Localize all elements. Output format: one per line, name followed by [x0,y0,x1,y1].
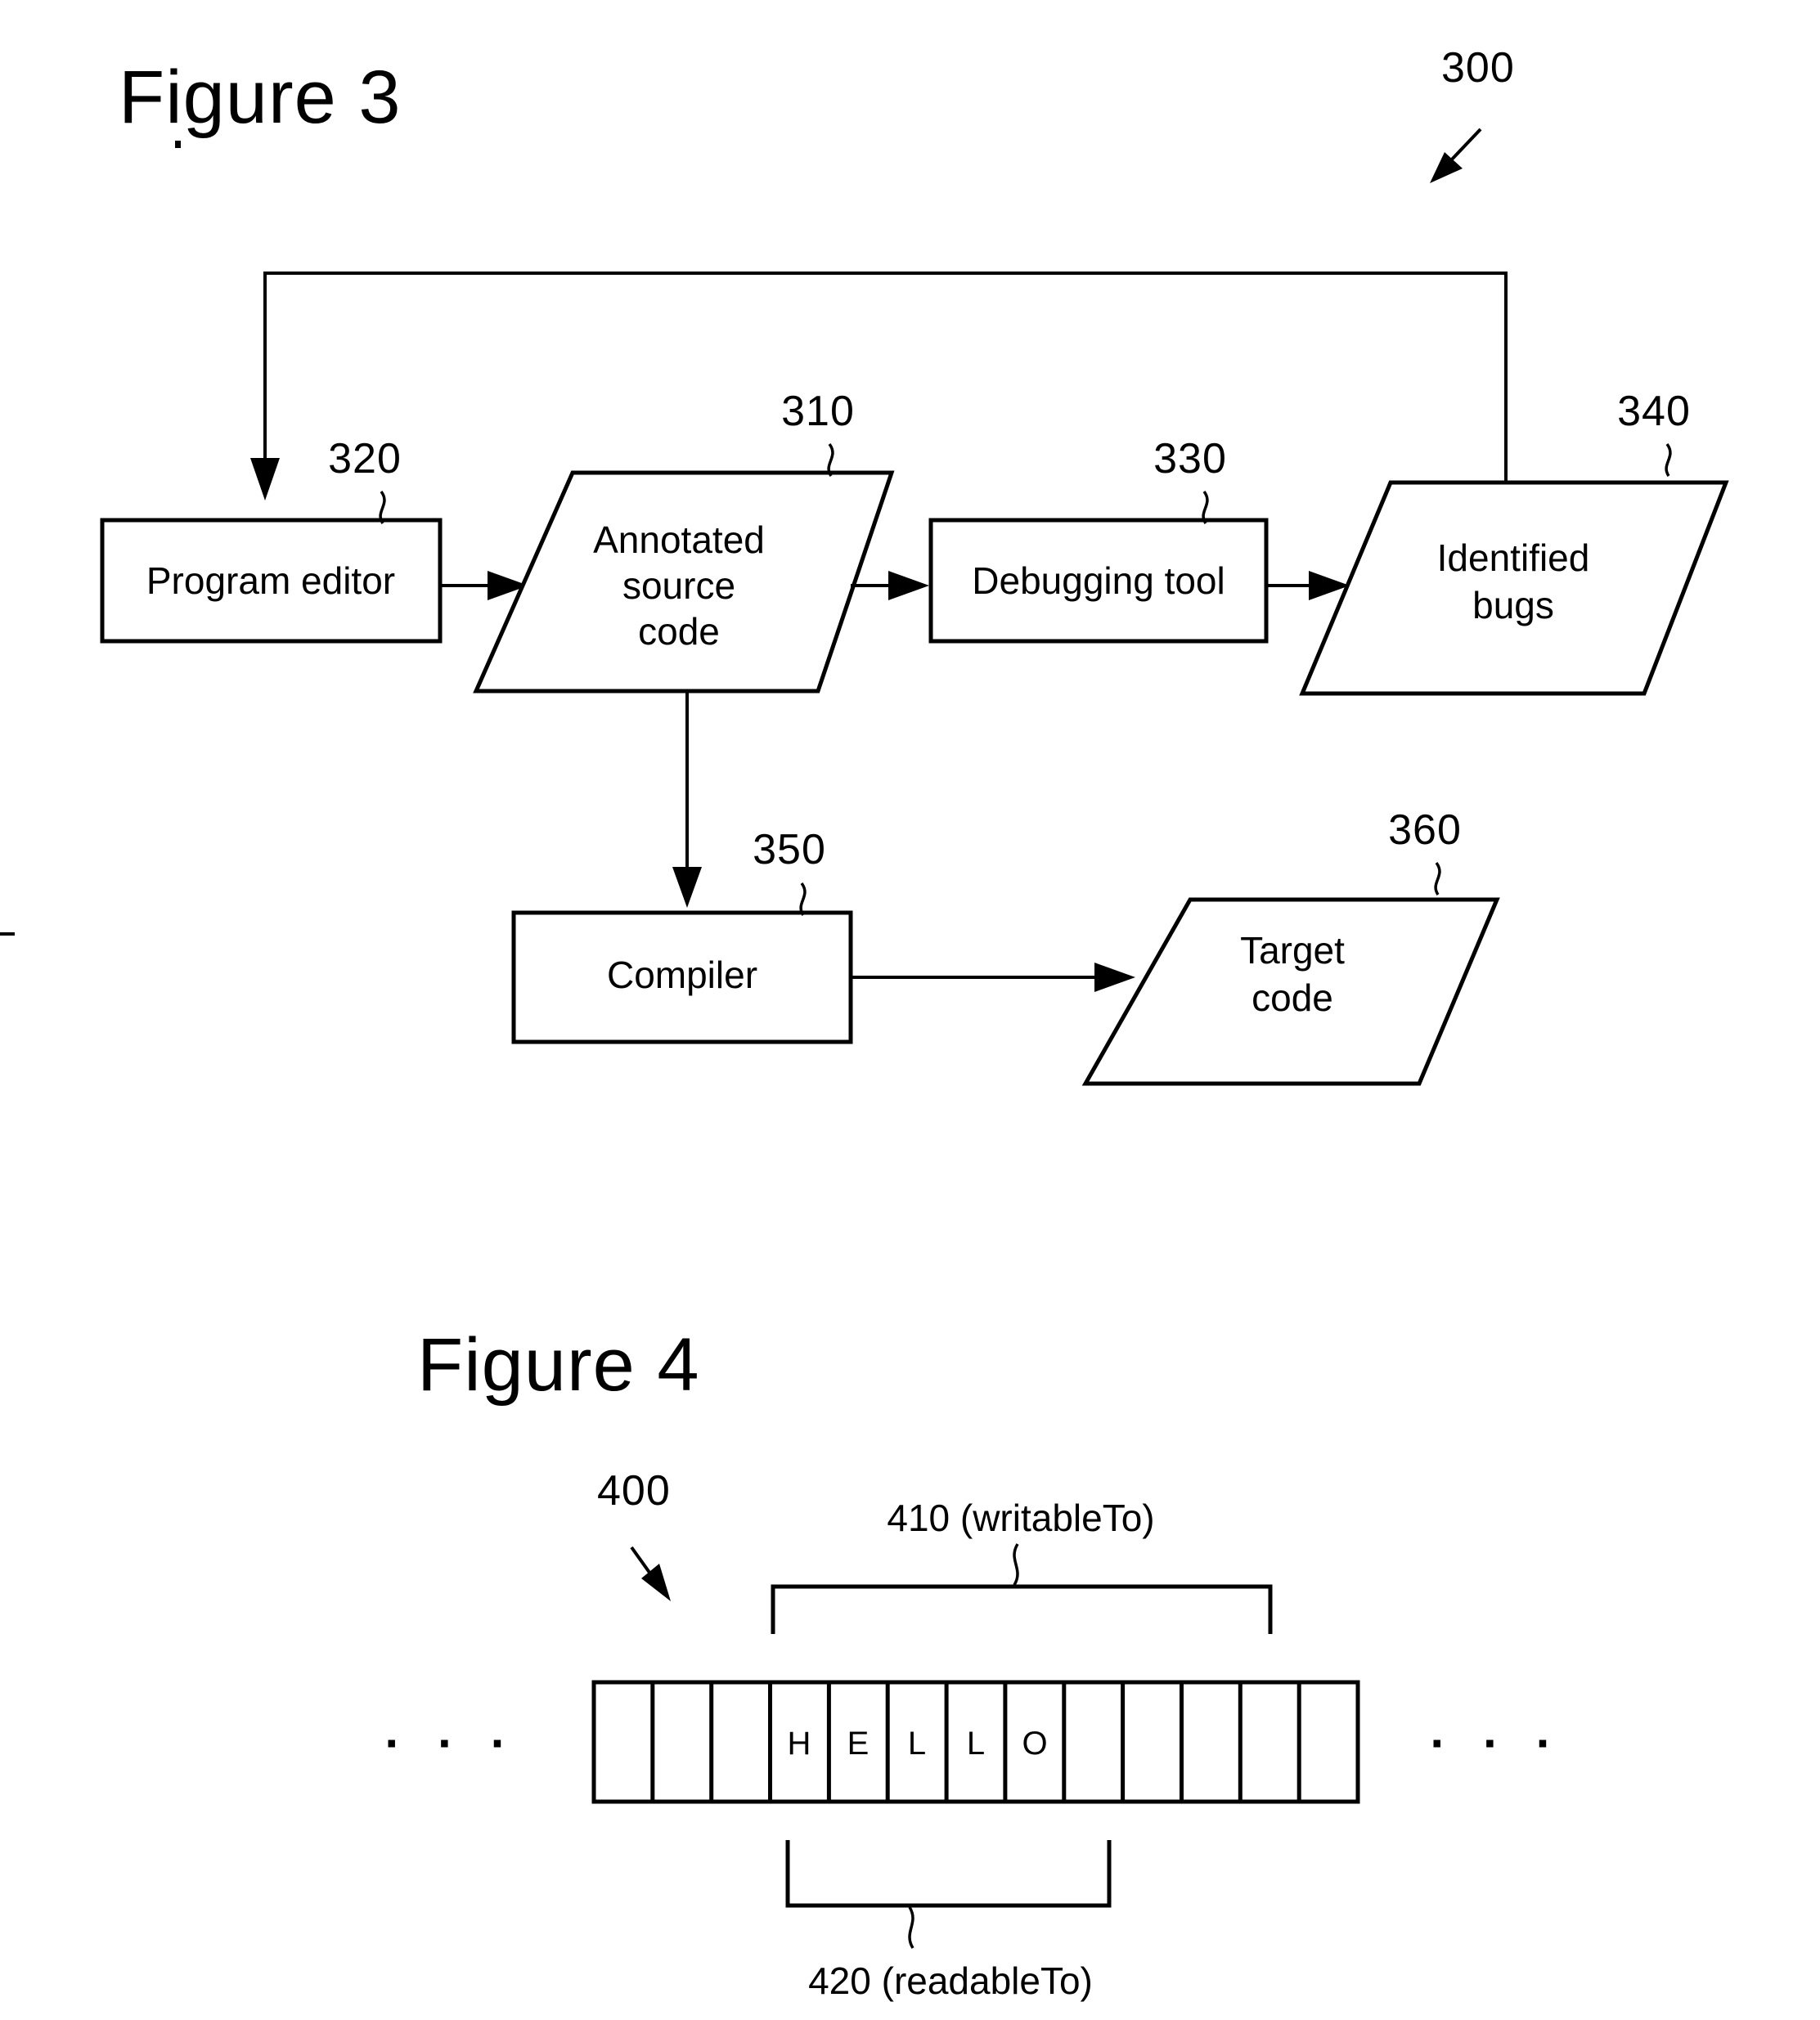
ref-410-leader-squiggle [1013,1543,1019,1586]
ref-350-label: 350 [753,826,826,873]
ref-360-leader-squiggle [1434,861,1441,896]
edge-feedback-loop-arrowhead [250,458,280,501]
patent-drawing-sheet: Figure 3 300 Program editor 320 Annotate… [0,0,1820,2020]
ref-300-label: 300 [1441,44,1515,92]
buffer-cell-letter: L [967,1726,985,1762]
node-annotated-source-code-label-line-0: Annotated [593,518,765,561]
figure-3-title: Figure 3 [119,56,402,139]
buffer-cell-letter: H [788,1726,811,1762]
right-ellipsis: · · · [1430,1716,1563,1771]
ref-400-label: 400 [597,1467,671,1515]
node-debugging-tool-label: Debugging tool [972,559,1225,602]
ref-330-label: 330 [1153,435,1227,483]
bracket-label-420: 420 (readableTo) [808,1959,1093,2002]
edge-source-to-debugger-arrowhead [888,571,929,600]
ref-320-label: 320 [328,435,402,483]
node-annotated-source-code-label-line-2: code [638,610,720,653]
node-compiler-label: Compiler [607,954,757,996]
figure-canvas: Figure 3 300 Program editor 320 Annotate… [100,44,1729,2002]
edge-feedback-loop [263,272,1508,483]
buffer-cell-letter: E [847,1726,870,1762]
ref-340-label: 340 [1617,388,1691,435]
edge-source-to-compiler-arrowhead [672,867,702,908]
node-annotated-source-code-label-line-1: source [622,564,735,607]
edge-compiler-to-target-arrowhead [1094,963,1135,992]
figure-4-title: Figure 4 [417,1323,700,1407]
buffer-cell-letter: O [1022,1726,1047,1762]
ref-310-label: 310 [781,388,855,435]
ref-420-leader-squiggle [908,1906,914,1949]
buffer-cell-letter: L [908,1726,926,1762]
upper-bracket-410 [771,1584,1273,1634]
node-program-editor-label: Program editor [146,559,395,602]
ref-340-leader-squiggle [1665,442,1672,477]
ref-360-label: 360 [1388,806,1462,854]
lower-bracket-420 [785,1840,1112,1908]
node-identified-bugs-label-line-0: Identified [1437,536,1590,579]
ref-300-arrowhead [1430,152,1463,183]
ref-350-leader-squiggle [799,882,807,916]
left-ellipsis: · · · [384,1716,518,1771]
node-target-code-label-line-0: Target [1240,929,1345,972]
node-target-code-label-line-1: code [1252,976,1333,1019]
bracket-label-410: 410 (writableTo) [887,1497,1154,1539]
node-identified-bugs-label-line-1: bugs [1472,584,1554,626]
